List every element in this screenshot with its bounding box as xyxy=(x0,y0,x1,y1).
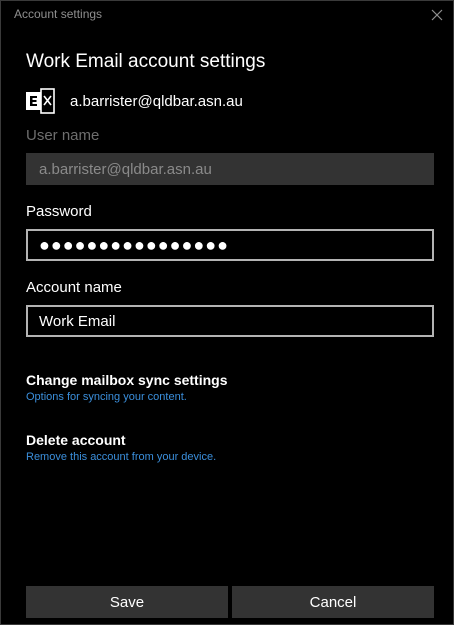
exchange-icon xyxy=(26,88,55,114)
close-button[interactable] xyxy=(425,4,449,26)
delete-account-subtitle[interactable]: Remove this account from your device. xyxy=(26,451,216,463)
password-field[interactable] xyxy=(26,229,434,261)
account-email: a.barrister@qldbar.asn.au xyxy=(70,92,243,110)
username-field xyxy=(26,153,434,185)
username-label: User name xyxy=(26,127,100,144)
sync-settings-subtitle[interactable]: Options for syncing your content. xyxy=(26,391,228,403)
password-label: Password xyxy=(26,203,92,220)
title-bar: Account settings xyxy=(1,1,454,29)
close-icon xyxy=(431,9,443,21)
delete-account-link[interactable]: Delete account Remove this account from … xyxy=(26,432,216,463)
account-identity: a.barrister@qldbar.asn.au xyxy=(26,88,243,114)
cancel-button[interactable]: Cancel xyxy=(232,586,434,618)
change-sync-settings-link[interactable]: Change mailbox sync settings Options for… xyxy=(26,372,228,403)
save-button[interactable]: Save xyxy=(26,586,228,618)
account-settings-window: Account settings Work Email account sett… xyxy=(0,0,454,625)
account-name-label: Account name xyxy=(26,279,122,296)
account-name-field[interactable] xyxy=(26,305,434,337)
window-title: Account settings xyxy=(14,7,103,21)
delete-account-title[interactable]: Delete account xyxy=(26,432,216,448)
page-title: Work Email account settings xyxy=(26,51,266,72)
sync-settings-title[interactable]: Change mailbox sync settings xyxy=(26,372,228,388)
